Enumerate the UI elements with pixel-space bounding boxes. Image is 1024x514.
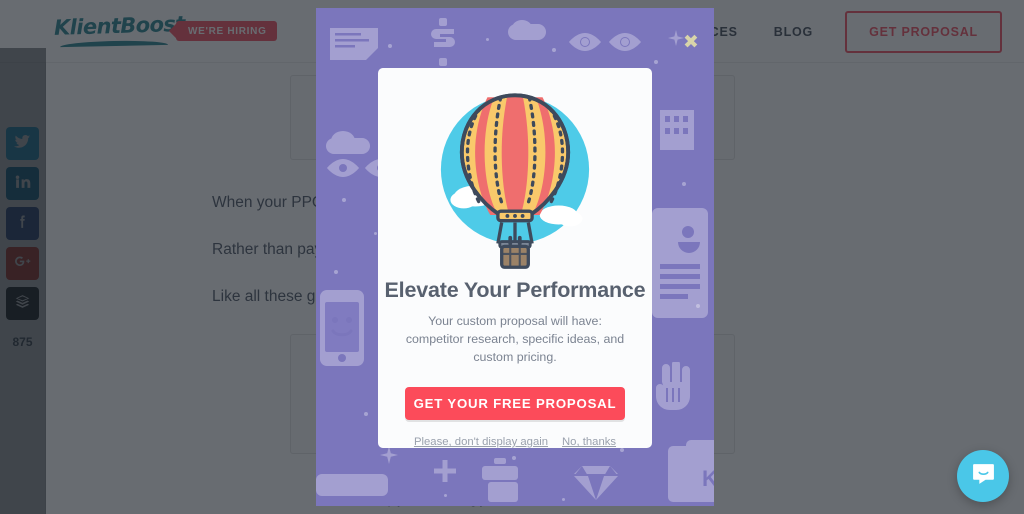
star-dot <box>620 448 624 452</box>
modal-title: Elevate Your Performance <box>384 278 646 302</box>
eye-icon <box>326 158 360 178</box>
star-dot <box>512 456 516 460</box>
star-dot <box>364 412 368 416</box>
star-dot <box>334 270 338 274</box>
close-icon[interactable]: ✖ <box>682 33 700 52</box>
star-dot <box>374 232 377 235</box>
chat-widget-button[interactable] <box>957 450 1009 502</box>
document-icon <box>330 26 378 60</box>
star-dot <box>486 38 489 41</box>
dont-display-again-link[interactable]: Please, don't display again <box>414 436 548 448</box>
modal-card: Elevate Your Performance Your custom pro… <box>378 68 652 448</box>
briefcase-icon <box>482 458 518 502</box>
plus-icon <box>434 460 456 482</box>
no-thanks-link[interactable]: No, thanks <box>562 436 616 448</box>
building-icon <box>660 100 694 150</box>
page-root: KlientBoost WE'RE HIRING RESOURCES BLOG … <box>0 0 1024 514</box>
eye-icon <box>608 32 642 52</box>
star-dot <box>682 182 686 186</box>
certificate-icon <box>652 208 708 318</box>
smiling-phone-icon <box>320 290 364 366</box>
eye-icon <box>568 32 602 52</box>
cloud-icon <box>508 20 546 40</box>
exit-intent-modal: K ✖ Elevate Your Performance Your custom… <box>316 8 714 506</box>
star-dot <box>696 304 700 308</box>
pointing-hand-icon <box>654 362 692 410</box>
modal-pattern-background: K ✖ Elevate Your Performance Your custom… <box>316 8 714 506</box>
money-icon <box>428 18 458 66</box>
star-dot <box>562 498 565 501</box>
hot-air-balloon-icon <box>420 82 610 272</box>
backdrop-left-shade <box>0 48 46 514</box>
star-dot <box>342 198 346 202</box>
star-dot <box>552 48 556 52</box>
cloud-icon <box>326 130 370 154</box>
sparkle-icon <box>380 446 398 464</box>
card-stack-icon: K <box>668 440 714 502</box>
star-dot <box>444 494 447 497</box>
pill-bar-icon <box>316 474 388 496</box>
modal-subtitle: Your custom proposal will have: competit… <box>405 314 625 364</box>
svg-text:K: K <box>702 466 714 491</box>
diamond-icon <box>574 466 618 500</box>
star-dot <box>388 44 392 48</box>
modal-dismiss-links: Please, don't display again No, thanks <box>414 436 616 448</box>
star-dot <box>654 60 658 64</box>
get-free-proposal-button[interactable]: GET YOUR FREE PROPOSAL <box>405 387 625 420</box>
chat-bubble-icon <box>971 461 996 491</box>
